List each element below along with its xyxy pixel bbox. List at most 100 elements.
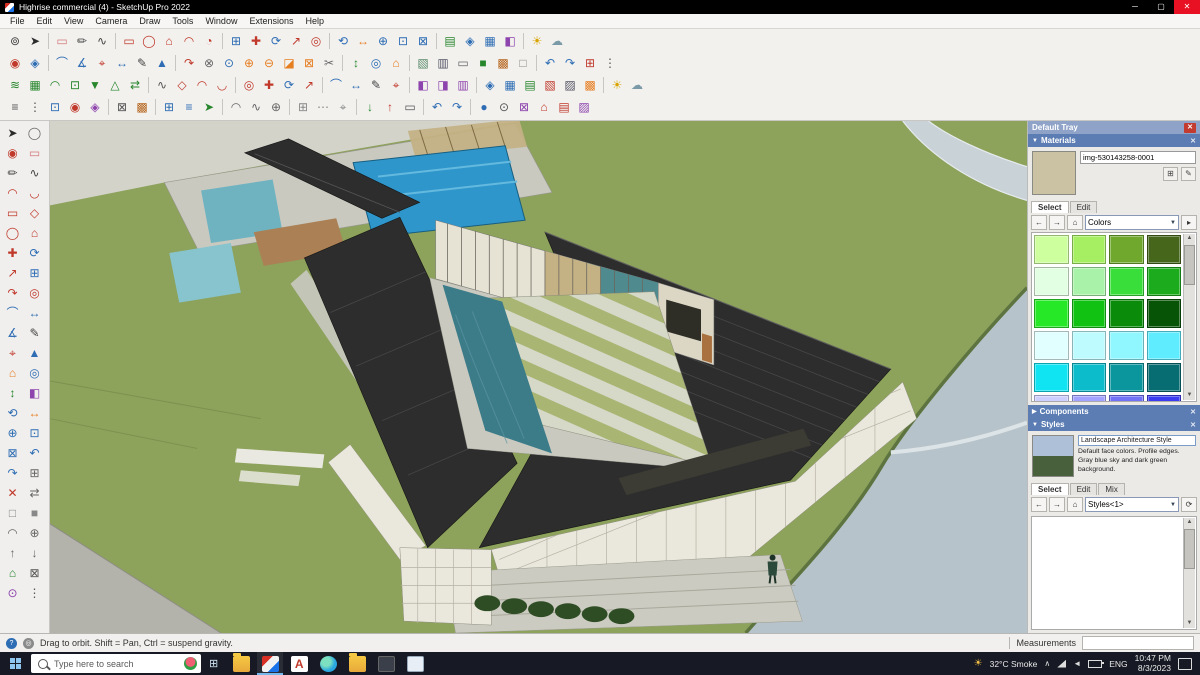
axes-tool-icon[interactable]: ⌖	[387, 76, 405, 94]
maximize-button[interactable]: ▢	[1148, 0, 1174, 14]
materials-tab-select[interactable]: Select	[1031, 201, 1069, 213]
grid-toggle-icon[interactable]: ⊞	[294, 98, 312, 116]
label-icon[interactable]: ✎	[367, 76, 385, 94]
color-swatch-5[interactable]	[1072, 267, 1107, 296]
two-point-arc-icon[interactable]: ◡	[25, 183, 44, 202]
three-point-arc-icon[interactable]: ◡	[213, 76, 231, 94]
redo-icon[interactable]: ↷	[448, 98, 466, 116]
zoom-extents-icon[interactable]: ⊠	[414, 32, 432, 50]
style-builder-icon[interactable]: ▨	[575, 98, 593, 116]
color-swatch-4[interactable]	[1034, 267, 1069, 296]
follow-me-icon[interactable]: ↷	[180, 54, 198, 72]
tray-close-button[interactable]: ✕	[1184, 123, 1196, 133]
previous-view-icon[interactable]: ↶	[25, 443, 44, 462]
soften-edges-icon[interactable]: ◠	[227, 98, 245, 116]
walk-icon[interactable]: ↕	[347, 54, 365, 72]
color-swatch-2[interactable]	[1109, 235, 1144, 264]
outer-shell-icon[interactable]: ⊙	[220, 54, 238, 72]
menu-view[interactable]: View	[58, 16, 89, 26]
stamp-icon[interactable]: ⊡	[66, 76, 84, 94]
section-cut-icon[interactable]: ◧	[414, 76, 432, 94]
south-arrow-icon[interactable]: ↓	[25, 543, 44, 562]
view-front-icon[interactable]: ▤	[521, 76, 539, 94]
component-attributes-icon[interactable]: ≡	[180, 98, 198, 116]
pan-icon[interactable]: ↔	[354, 32, 372, 50]
smooth-icon[interactable]: ∿	[247, 98, 265, 116]
component-options-icon[interactable]: ⊞	[160, 98, 178, 116]
freehand-icon[interactable]: ∿	[25, 163, 44, 182]
start-button-icon[interactable]	[10, 658, 21, 669]
rectangle-icon[interactable]: ▭	[3, 203, 22, 222]
model-info-icon[interactable]: ⋮	[601, 54, 619, 72]
extension-manager-icon[interactable]: ⊙	[3, 583, 22, 602]
terminal-taskbar-icon[interactable]	[373, 652, 399, 675]
taskbar-search[interactable]: Type here to search	[31, 654, 201, 673]
fog-icon[interactable]: ☁	[548, 32, 566, 50]
freehand-icon[interactable]: ∿	[93, 32, 111, 50]
color-swatch-3[interactable]	[1147, 235, 1182, 264]
walk-icon[interactable]: ↕	[3, 383, 22, 402]
3d-warehouse-icon[interactable]: ⌂	[535, 98, 553, 116]
shadow-toggle-icon[interactable]: ☀	[608, 76, 626, 94]
zoom-window-icon[interactable]: ⊡	[394, 32, 412, 50]
dimension-icon[interactable]: ↔	[113, 54, 131, 72]
print-icon[interactable]: ▭	[401, 98, 419, 116]
iso-view-icon[interactable]: ◈	[461, 32, 479, 50]
polygon-icon[interactable]: ⌂	[25, 223, 44, 242]
match-photo-icon[interactable]: ⊠	[113, 98, 131, 116]
paint-sample-button[interactable]: ✎	[1181, 167, 1196, 181]
volume-icon[interactable]: ◄	[1073, 659, 1081, 668]
battery-icon[interactable]	[1088, 660, 1102, 668]
notification-center-icon[interactable]	[1178, 658, 1192, 670]
styles-browser-icon[interactable]: ◈	[86, 98, 104, 116]
make-component-icon[interactable]: ◈	[26, 54, 44, 72]
solid-intersect-icon[interactable]: ⊠	[300, 54, 318, 72]
offset-icon[interactable]: ◎	[25, 283, 44, 302]
material-name-input[interactable]	[1080, 151, 1196, 164]
color-swatch-7[interactable]	[1147, 267, 1182, 296]
photo-match-icon[interactable]: ⊠	[25, 563, 44, 582]
3d-viewport[interactable]	[50, 121, 1027, 633]
previous-scene-icon[interactable]: ↶	[541, 54, 559, 72]
solid-trim-icon[interactable]: ◪	[280, 54, 298, 72]
scale-icon[interactable]: ↗	[287, 32, 305, 50]
eraser-icon[interactable]: ▭	[25, 143, 44, 162]
zoom-window-icon[interactable]: ⊡	[25, 423, 44, 442]
color-swatch-1[interactable]	[1072, 235, 1107, 264]
color-swatch-16[interactable]	[1034, 363, 1069, 392]
scale-icon[interactable]: ↗	[3, 263, 22, 282]
color-swatch-14[interactable]	[1109, 331, 1144, 360]
menu-help[interactable]: Help	[299, 16, 330, 26]
lasso-icon[interactable]: ◯	[25, 123, 44, 142]
taskbar-clock[interactable]: 10:47 PM 8/3/2023	[1135, 654, 1171, 673]
style-thumbnail[interactable]	[1032, 435, 1074, 477]
color-swatch-12[interactable]	[1034, 331, 1069, 360]
zoom-icon[interactable]: ⊕	[3, 423, 22, 442]
help-icon[interactable]: ?	[6, 638, 17, 649]
split-icon[interactable]: ✂	[320, 54, 338, 72]
text-icon[interactable]: ✎	[133, 54, 151, 72]
text-icon[interactable]: ✎	[25, 323, 44, 342]
menu-edit[interactable]: Edit	[31, 16, 59, 26]
interact-icon[interactable]: ➤	[200, 98, 218, 116]
move-icon[interactable]: ✚	[3, 243, 22, 262]
shaded-icon[interactable]: ■	[474, 54, 492, 72]
styles-refresh-button[interactable]: ⟳	[1181, 497, 1197, 512]
flip-edge-icon[interactable]: ⇄	[126, 76, 144, 94]
two-point-arc-icon[interactable]: ◠	[193, 76, 211, 94]
color-swatch-18[interactable]	[1109, 363, 1144, 392]
color-swatch-9[interactable]	[1072, 299, 1107, 328]
push-pull-icon[interactable]: ⊞	[227, 32, 245, 50]
task-view-icon[interactable]: ⊞	[201, 657, 226, 670]
shaded-textures-icon[interactable]: ▩	[494, 54, 512, 72]
wireframe-icon[interactable]: ▥	[434, 54, 452, 72]
snap-toggle-icon[interactable]: ⌖	[334, 98, 352, 116]
dimension-icon[interactable]: ↔	[25, 303, 44, 322]
select-icon[interactable]: ➤	[26, 32, 44, 50]
soften-icon[interactable]: ◠	[3, 523, 22, 542]
paint-bucket-icon[interactable]: ◉	[3, 143, 22, 162]
color-swatch-11[interactable]	[1147, 299, 1182, 328]
zoom-icon[interactable]: ⊕	[374, 32, 392, 50]
create-material-button[interactable]: ⊞	[1163, 167, 1178, 181]
add-location-icon[interactable]: ⌂	[3, 563, 22, 582]
